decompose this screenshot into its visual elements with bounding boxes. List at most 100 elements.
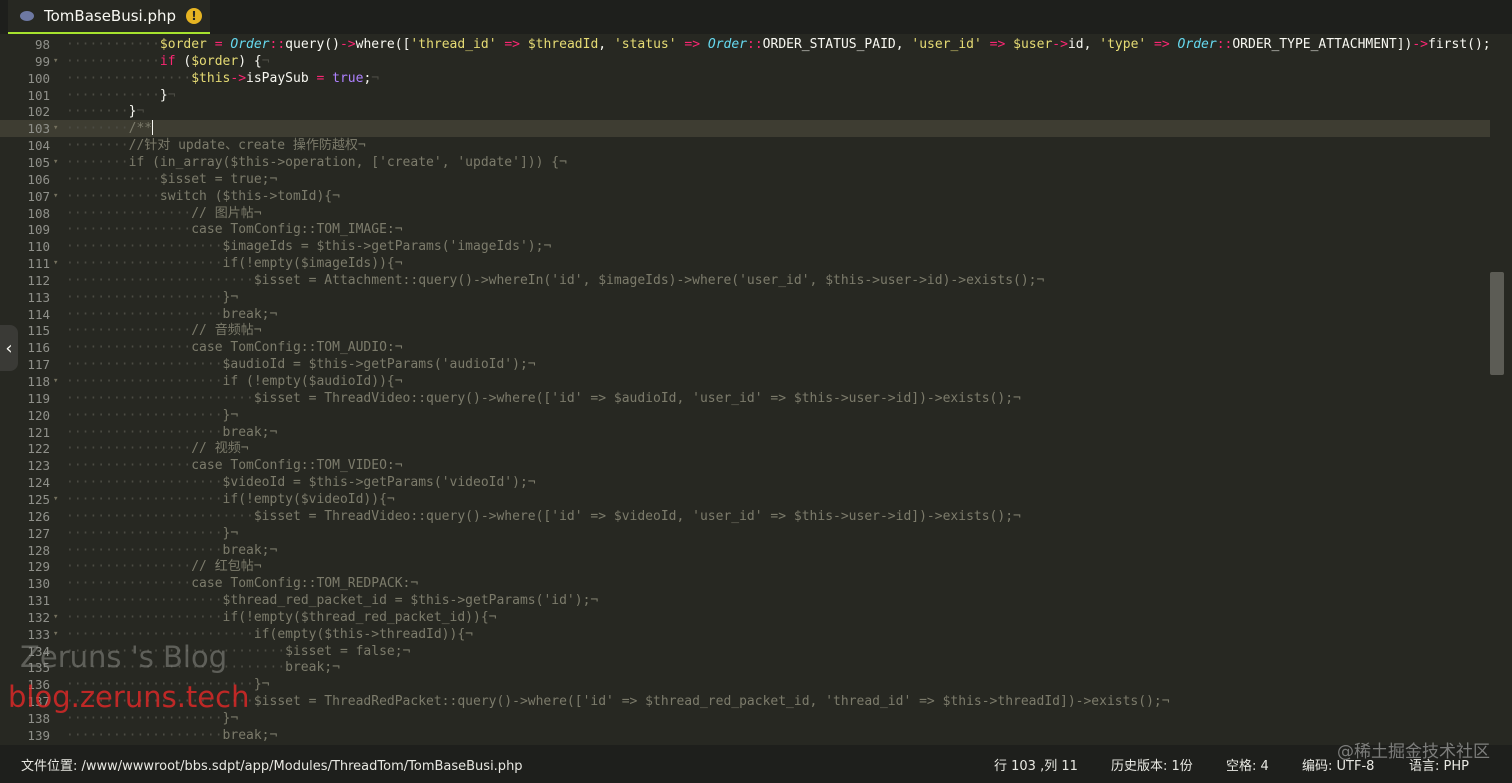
line-number: 131 (27, 593, 50, 609)
warning-icon[interactable]: ! (186, 8, 203, 24)
file-tab[interactable]: TomBaseBusi.php ! (8, 0, 210, 34)
code-line[interactable]: 104 ········//针对 update、create 操作防越权¬ (0, 137, 1490, 154)
code-text: ····················$imageIds = $this->g… (66, 239, 552, 255)
line-number: 112 (27, 272, 50, 288)
code-text: ················// 视频¬ (66, 441, 249, 457)
fold-arrow-icon[interactable]: ▾ (53, 53, 58, 70)
code-line[interactable]: 122 ················// 视频¬ (0, 440, 1490, 457)
sidebar-toggle[interactable]: ‹ (0, 325, 18, 371)
code-line[interactable]: 131 ····················$thread_red_packe… (0, 592, 1490, 609)
code-line[interactable]: 106 ············$isset = true;¬ (0, 171, 1490, 188)
code-text: ············switch ($this->tomId){¬ (66, 188, 340, 204)
code-text: ························$isset = ThreadV… (66, 390, 1021, 406)
code-text: ························$isset = Attachm… (66, 272, 1045, 288)
line-number: 127 (27, 525, 50, 541)
php-elephant-icon (20, 11, 34, 21)
line-number: 111 (27, 256, 50, 272)
text-cursor (152, 120, 154, 136)
code-line[interactable]: 125 ▾ ····················if(!empty($video… (0, 491, 1490, 508)
code-line[interactable]: 120 ····················}¬ (0, 407, 1490, 424)
code-text: ····················break;¬ (66, 424, 278, 440)
watermark-community: @稀土掘金技术社区 (1337, 742, 1490, 762)
fold-arrow-icon[interactable]: ▾ (53, 491, 58, 508)
status-history[interactable]: 历史版本: 1份 (1111, 755, 1193, 774)
code-line[interactable]: 124 ····················$videoId = $this-… (0, 474, 1490, 491)
code-text: ················case TomConfig::TOM_VIDE… (66, 458, 403, 474)
code-line[interactable]: 117 ····················$audioId = $this-… (0, 356, 1490, 373)
code-line[interactable]: 109 ················case TomConfig::TOM_I… (0, 221, 1490, 238)
code-text: ············}¬ (66, 87, 176, 103)
fold-arrow-icon[interactable]: ▾ (53, 255, 58, 272)
chevron-left-icon: ‹ (5, 337, 13, 359)
line-number: 139 (27, 727, 50, 743)
code-text: ························$isset = ThreadV… (66, 508, 1021, 524)
code-line[interactable]: 107 ▾ ············switch ($this->tomId){¬ (0, 188, 1490, 205)
code-line[interactable]: 108 ················// 图片帖¬ (0, 205, 1490, 222)
scrollbar-thumb[interactable] (1490, 272, 1504, 375)
code-text: ················case TomConfig::TOM_REDP… (66, 576, 419, 592)
line-number: 110 (27, 239, 50, 255)
code-line[interactable]: 127 ····················}¬ (0, 525, 1490, 542)
code-line[interactable]: 121 ····················break;¬ (0, 424, 1490, 441)
line-number: 130 (27, 576, 50, 592)
status-cursor-position[interactable]: 行 103 ,列 11 (994, 755, 1078, 774)
code-line[interactable]: 110 ····················$imageIds = $this… (0, 238, 1490, 255)
code-line[interactable]: 113 ····················}¬ (0, 289, 1490, 306)
fold-arrow-icon[interactable]: ▾ (53, 609, 58, 626)
fold-arrow-icon[interactable]: ▾ (53, 154, 58, 171)
line-number: 108 (27, 205, 50, 221)
fold-arrow-icon[interactable]: ▾ (53, 188, 58, 205)
code-line[interactable]: 139 ····················break;¬ (0, 727, 1490, 744)
line-number: 129 (27, 559, 50, 575)
code-line[interactable]: 130 ················case TomConfig::TOM_R… (0, 575, 1490, 592)
code-line[interactable]: 129 ················// 红包帖¬ (0, 558, 1490, 575)
watermark-blog-name: Zeruns 's Blog (20, 640, 228, 674)
status-indent[interactable]: 空格: 4 (1226, 755, 1269, 774)
code-line[interactable]: 102 ········}¬ (0, 103, 1490, 120)
code-line[interactable]: 111 ▾ ····················if(!empty($image… (0, 255, 1490, 272)
fold-arrow-icon[interactable]: ▾ (53, 120, 58, 137)
vertical-scrollbar[interactable] (1490, 36, 1512, 745)
line-number: 104 (27, 138, 50, 154)
code-line[interactable]: 105 ▾ ········if (in_array($this->operatio… (0, 154, 1490, 171)
code-line[interactable]: 119 ························$isset = Thre… (0, 390, 1490, 407)
code-text: ····················if (!empty($audioId)… (66, 374, 403, 389)
line-number: 119 (27, 390, 50, 406)
code-text: ····················if(!empty($videoId))… (66, 491, 395, 507)
code-line[interactable]: 114 ····················break;¬ (0, 306, 1490, 323)
line-number: 132 (27, 609, 50, 625)
line-number: 126 (27, 508, 50, 524)
code-text: ················// 红包帖¬ (66, 559, 262, 575)
code-text: ············$order = Order::query()->whe… (66, 37, 1491, 52)
code-line[interactable]: 132 ▾ ····················if(!empty($threa… (0, 609, 1490, 626)
code-line[interactable]: 123 ················case TomConfig::TOM_V… (0, 457, 1490, 474)
code-line[interactable]: 98 ············$order = Order::query()->w… (0, 36, 1491, 53)
line-number: 106 (27, 171, 50, 187)
code-editor[interactable]: 98 ············$order = Order::query()->w… (0, 36, 1512, 745)
code-line[interactable]: 116 ················case TomConfig::TOM_A… (0, 339, 1490, 356)
code-text: ····················break;¬ (66, 306, 278, 322)
code-line[interactable]: 126 ························$isset = Thre… (0, 508, 1490, 525)
code-text: ················$this->isPaySub = true;¬ (66, 70, 380, 86)
line-number: 128 (27, 542, 50, 558)
code-line[interactable]: 128 ····················break;¬ (0, 542, 1490, 559)
line-number: 125 (27, 491, 50, 507)
code-line[interactable]: 118 ▾ ····················if (!empty($audi… (0, 373, 1490, 390)
code-line[interactable]: 99 ▾ ············if ($order) {¬ (0, 53, 1490, 70)
line-number: 113 (27, 289, 50, 305)
code-text: ····················if(!empty($imageIds)… (66, 256, 403, 272)
code-line[interactable]: 115 ················// 音频帖¬ (0, 322, 1490, 339)
code-line[interactable]: 101 ············}¬ (0, 87, 1490, 104)
fold-arrow-icon[interactable]: ▾ (53, 373, 58, 390)
line-number: 121 (27, 424, 50, 440)
line-number: 102 (27, 104, 50, 120)
code-text: ····················if(!empty($thread_re… (66, 609, 497, 625)
line-number: 114 (27, 306, 50, 322)
tab-filename: TomBaseBusi.php (44, 7, 177, 25)
code-line[interactable]: 112 ························$isset = Atta… (0, 272, 1490, 289)
code-text: ········if (in_array($this->operation, [… (66, 154, 567, 170)
code-line[interactable]: 100 ················$this->isPaySub = tru… (0, 70, 1490, 87)
code-line[interactable]: 103 ▾ ········/** (0, 120, 1490, 138)
code-text: ····················$thread_red_packet_i… (66, 593, 599, 609)
tab-bar: TomBaseBusi.php ! (0, 0, 1512, 34)
